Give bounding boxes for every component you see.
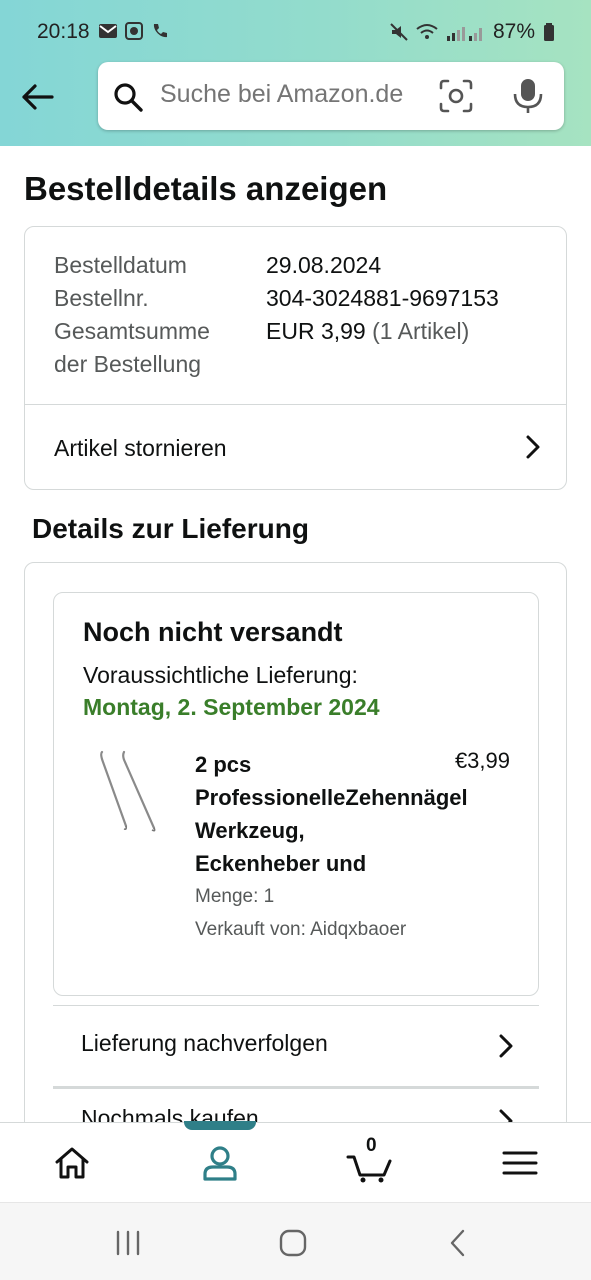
product-title-line3: Werkzeug,	[195, 818, 305, 843]
search-icon	[114, 83, 143, 112]
nav-active-indicator	[184, 1121, 256, 1130]
order-number-row: Bestellnr.	[54, 282, 149, 315]
product-quantity: Menge: 1	[195, 886, 275, 907]
header: 20:18 87%	[0, 0, 591, 146]
arrow-left-icon	[22, 84, 54, 110]
cancel-items-label: Artikel stornieren	[54, 434, 227, 461]
status-bar: 20:18 87%	[0, 0, 591, 62]
chevron-right-icon	[499, 1034, 513, 1058]
recent-apps-icon[interactable]	[112, 1227, 144, 1259]
order-number-value: 304-3024881-9697153	[266, 285, 499, 311]
cart-icon[interactable]	[346, 1143, 394, 1183]
delivery-eta-label: Voraussichtliche Lieferung:	[83, 662, 358, 688]
search-bar[interactable]	[98, 62, 564, 130]
camera-scan-icon[interactable]	[438, 78, 474, 114]
battery-percent: 87%	[492, 20, 535, 43]
status-left-icons	[98, 21, 170, 41]
page-title: Bestelldetails anzeigen	[24, 170, 388, 207]
status-time: 20:18	[37, 20, 90, 43]
track-delivery-label: Lieferung nachverfolgen	[81, 1030, 328, 1056]
system-back-icon[interactable]	[443, 1227, 475, 1259]
mute-icon	[390, 23, 408, 41]
order-date-value: 29.08.2024	[266, 252, 382, 278]
bottom-nav: 0	[0, 1121, 591, 1202]
battery-icon	[544, 23, 554, 41]
app-icon	[125, 22, 143, 40]
shipment-status: Noch nicht versandt	[83, 617, 343, 647]
order-total-value: EUR 3,99	[266, 318, 366, 344]
order-total-label-line2: der Bestellung	[54, 351, 202, 377]
search-input[interactable]	[160, 80, 430, 109]
status-right: 87%	[389, 20, 555, 44]
signal-icon	[446, 27, 482, 41]
order-date-label: Bestelldatum	[54, 252, 187, 278]
order-total-items: (1 Artikel)	[372, 318, 470, 344]
order-summary-card: Bestelldatum 29.08.2024 Bestellnr. 304-3…	[24, 226, 567, 490]
delivery-section-title: Details zur Lieferung	[32, 513, 309, 544]
product-title-line2: ProfessionelleZehennägel	[195, 785, 468, 810]
microphone-icon[interactable]	[510, 77, 546, 115]
call-icon	[153, 24, 167, 38]
menu-icon[interactable]	[500, 1143, 540, 1183]
cancel-items-row[interactable]: Artikel stornieren	[25, 405, 566, 491]
back-button[interactable]	[16, 76, 58, 118]
order-total-value-group: EUR 3,99 (1 Artikel)	[266, 315, 469, 348]
product-price: €3,99	[454, 748, 510, 773]
home-button-icon[interactable]	[277, 1227, 309, 1259]
product-title-line4: Eckenheber und	[195, 851, 367, 876]
chevron-right-icon	[526, 435, 540, 459]
track-delivery-row[interactable]: Lieferung nachverfolgen	[53, 1005, 539, 1087]
mail-icon	[99, 24, 117, 38]
order-total-row-2: der Bestellung	[54, 348, 201, 381]
product-seller: Verkauft von: Aidqxbaoer	[195, 919, 407, 940]
product-image[interactable]	[94, 750, 162, 835]
delivery-eta-date: Montag, 2. September 2024	[83, 694, 380, 720]
home-icon[interactable]	[52, 1143, 92, 1183]
account-icon[interactable]	[200, 1143, 240, 1183]
order-total-label-line1: Gesamtsumme	[54, 318, 210, 344]
order-date-row: Bestelldatum	[54, 249, 187, 282]
delivery-card: Noch nicht versandt Voraussichtliche Lie…	[24, 562, 567, 1162]
system-nav-bar	[0, 1202, 591, 1280]
order-total-row: Gesamtsumme	[54, 315, 210, 348]
order-number-label: Bestellnr.	[54, 285, 149, 311]
wifi-call-icon	[416, 24, 438, 39]
shipment-card[interactable]: Noch nicht versandt Voraussichtliche Lie…	[53, 592, 539, 996]
